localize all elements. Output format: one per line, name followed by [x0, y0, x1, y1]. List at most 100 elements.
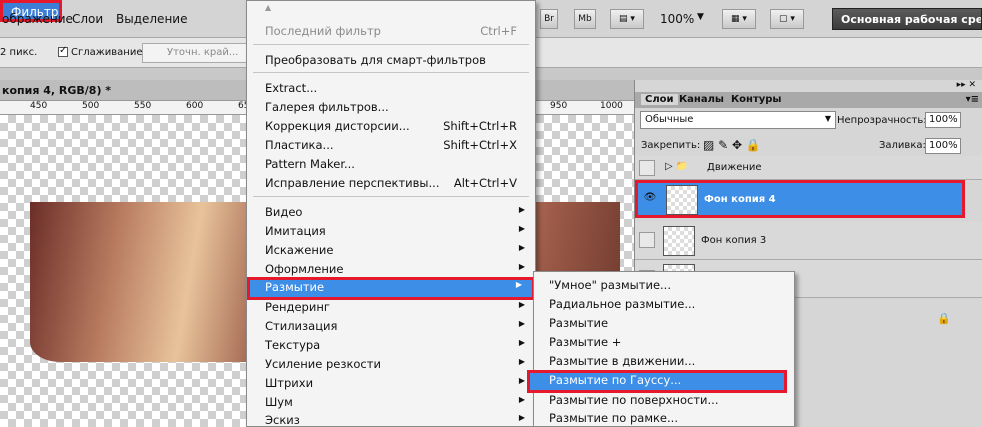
layer-thumbnail [663, 226, 695, 256]
menu-item-label: Эскиз [265, 413, 300, 427]
submenu-item-motion-blur[interactable]: Размытие в движении... [534, 352, 794, 371]
submenu-arrow-icon: ▶ [518, 205, 525, 214]
submenu-item-blur-more[interactable]: Размытие + [534, 333, 794, 352]
scroll-up-icon[interactable]: ▲ [265, 3, 271, 12]
visibility-toggle[interactable] [639, 232, 655, 248]
opacity-label: Непрозрачность: [837, 115, 927, 126]
menu-item-label: Искажение [265, 243, 334, 257]
submenu-arrow-icon: ▶ [518, 338, 525, 347]
menu-item-video[interactable]: Видео ▶ [247, 203, 535, 222]
submenu-item-surface-blur[interactable]: Размытие по поверхности... [534, 391, 794, 410]
submenu-arrow-icon: ▶ [518, 357, 525, 366]
menu-item-label: Рендеринг [265, 300, 330, 314]
menu-item-smart-filters[interactable]: Преобразовать для смарт-фильтров [247, 51, 535, 70]
menu-item-noise[interactable]: Шум ▶ [247, 393, 535, 412]
layer-thumbnail [666, 185, 698, 215]
menu-item-blur[interactable]: Размытие ▶ [247, 277, 535, 300]
menu-item-brush-strokes[interactable]: Штрихи ▶ [247, 374, 535, 393]
ruler-label: 450 [30, 101, 48, 111]
menu-item-label: Пластика... [265, 138, 334, 152]
panel-menu-icon[interactable]: ▾≡ [966, 94, 979, 105]
antialias-label: Сглаживание [71, 47, 143, 58]
antialias-checkbox[interactable]: Сглаживание [58, 45, 143, 58]
menu-separator [253, 44, 529, 45]
menu-item-extract[interactable]: Extract... [247, 79, 535, 98]
menu-item-pattern-maker[interactable]: Pattern Maker... [247, 155, 535, 174]
opacity-field[interactable]: 100% [925, 112, 961, 128]
submenu-item-gaussian-blur[interactable]: Размытие по Гауссу... [527, 370, 787, 393]
collapse-icon[interactable]: ▸▸ ✕ [957, 80, 976, 90]
menu-item-label: Галерея фильтров... [265, 100, 389, 114]
submenu-arrow-icon: ▶ [518, 224, 525, 233]
eye-icon[interactable]: 👁 [642, 191, 658, 207]
menu-item-lens-correction[interactable]: Коррекция дисторсии... Shift+Ctrl+R [247, 117, 535, 136]
menu-item-label: Усиление резкости [265, 357, 381, 371]
ruler-label: 1000 [600, 101, 623, 111]
submenu-arrow-icon: ▶ [518, 395, 525, 404]
menu-item-stylize[interactable]: Стилизация ▶ [247, 317, 535, 336]
menu-item-label: Последний фильтр [265, 24, 381, 38]
submenu-item-radial-blur[interactable]: Радиальное размытие... [534, 295, 794, 314]
check-icon [58, 45, 68, 57]
arrange-documents-button[interactable]: ▦ ▾ [722, 9, 756, 29]
menu-item-sketch[interactable]: Эскиз ▶ [247, 411, 535, 427]
menu-item-label: Исправление перспективы... [265, 176, 440, 190]
tab-channels[interactable]: Каналы [679, 94, 724, 105]
expand-arrow-icon[interactable]: ▷ 📁 [665, 161, 688, 172]
tab-paths[interactable]: Контуры [731, 94, 781, 105]
chevron-down-icon: ▼ [824, 114, 831, 123]
menu-image[interactable]: ображение [2, 12, 73, 26]
screen-mode-button[interactable]: ▢ ▾ [770, 9, 804, 29]
submenu-item-box-blur[interactable]: Размытие по рамке... [534, 409, 794, 427]
menu-item-last-filter[interactable]: Последний фильтр Ctrl+F [247, 22, 535, 41]
menu-item-label: Шум [265, 395, 293, 409]
chevron-down-icon[interactable]: ▼ [697, 12, 704, 22]
blend-mode-select[interactable]: Обычные ▼ [640, 111, 836, 129]
visibility-toggle[interactable] [639, 160, 655, 176]
filter-menu: ▲ Последний фильтр Ctrl+F Преобразовать д… [246, 0, 536, 427]
menu-item-vanishing-point[interactable]: Исправление перспективы... Alt+Ctrl+V [247, 174, 535, 193]
ruler-label: 600 [186, 101, 204, 111]
ruler-label: 950 [550, 101, 568, 111]
bridge-button[interactable]: Br [540, 9, 558, 29]
menu-item-render[interactable]: Рендеринг ▶ [247, 298, 535, 317]
menu-item-label: Штрихи [265, 376, 314, 390]
ruler-label: 550 [134, 101, 152, 111]
menu-item-label: Стилизация [265, 319, 338, 333]
layer-group-row[interactable]: ▷ 📁 Движение [635, 156, 982, 180]
submenu-arrow-icon: ▶ [515, 280, 522, 289]
menu-item-shortcut: Alt+Ctrl+V [453, 176, 517, 190]
submenu-item-blur[interactable]: Размытие [534, 314, 794, 333]
lock-icons[interactable]: ▨ ✎ ✥ 🔒 [703, 138, 761, 152]
blur-submenu: "Умное" размытие... Радиальное размытие.… [527, 271, 795, 427]
view-extras-button[interactable]: ▤ ▾ [610, 9, 644, 29]
refine-edge-button[interactable]: Уточн. край... [142, 43, 252, 63]
submenu-item-smart-blur[interactable]: "Умное" размытие... [534, 276, 794, 295]
menu-item-sharpen[interactable]: Усиление резкости ▶ [247, 355, 535, 374]
menu-item-label: Преобразовать для смарт-фильтров [265, 53, 486, 67]
layer-row[interactable]: Фон копия 3 [635, 222, 982, 260]
minibridge-button[interactable]: Mb [574, 9, 596, 29]
submenu-arrow-icon: ▶ [518, 243, 525, 252]
menu-item-distort[interactable]: Искажение ▶ [247, 241, 535, 260]
menu-item-label: Оформление [265, 262, 344, 276]
zoom-level[interactable]: 100% [660, 12, 694, 26]
menu-item-texture[interactable]: Текстура ▶ [247, 336, 535, 355]
menu-item-label: Размытие [265, 280, 325, 294]
menu-item-filter-gallery[interactable]: Галерея фильтров... [247, 98, 535, 117]
menu-item-label: Pattern Maker... [265, 157, 355, 171]
layer-name: Фон копия 4 [704, 194, 776, 205]
menu-item-artistic[interactable]: Имитация ▶ [247, 222, 535, 241]
feather-value[interactable]: 2 пикс. [0, 47, 37, 58]
blend-mode-value: Обычные [645, 114, 694, 125]
menu-separator [253, 72, 529, 73]
menu-select[interactable]: Выделение [116, 12, 187, 26]
tab-layers[interactable]: Слои [641, 94, 678, 105]
layer-row-selected[interactable]: 👁 Фон копия 4 [635, 180, 965, 218]
workspace-switcher[interactable]: Основная рабочая среда [832, 8, 982, 30]
menu-item-liquify[interactable]: Пластика... Shift+Ctrl+X [247, 136, 535, 155]
submenu-arrow-icon: ▶ [518, 413, 525, 422]
menu-layers[interactable]: Слои [72, 12, 103, 26]
fill-field[interactable]: 100% [925, 138, 961, 154]
menu-item-label: Имитация [265, 224, 326, 238]
